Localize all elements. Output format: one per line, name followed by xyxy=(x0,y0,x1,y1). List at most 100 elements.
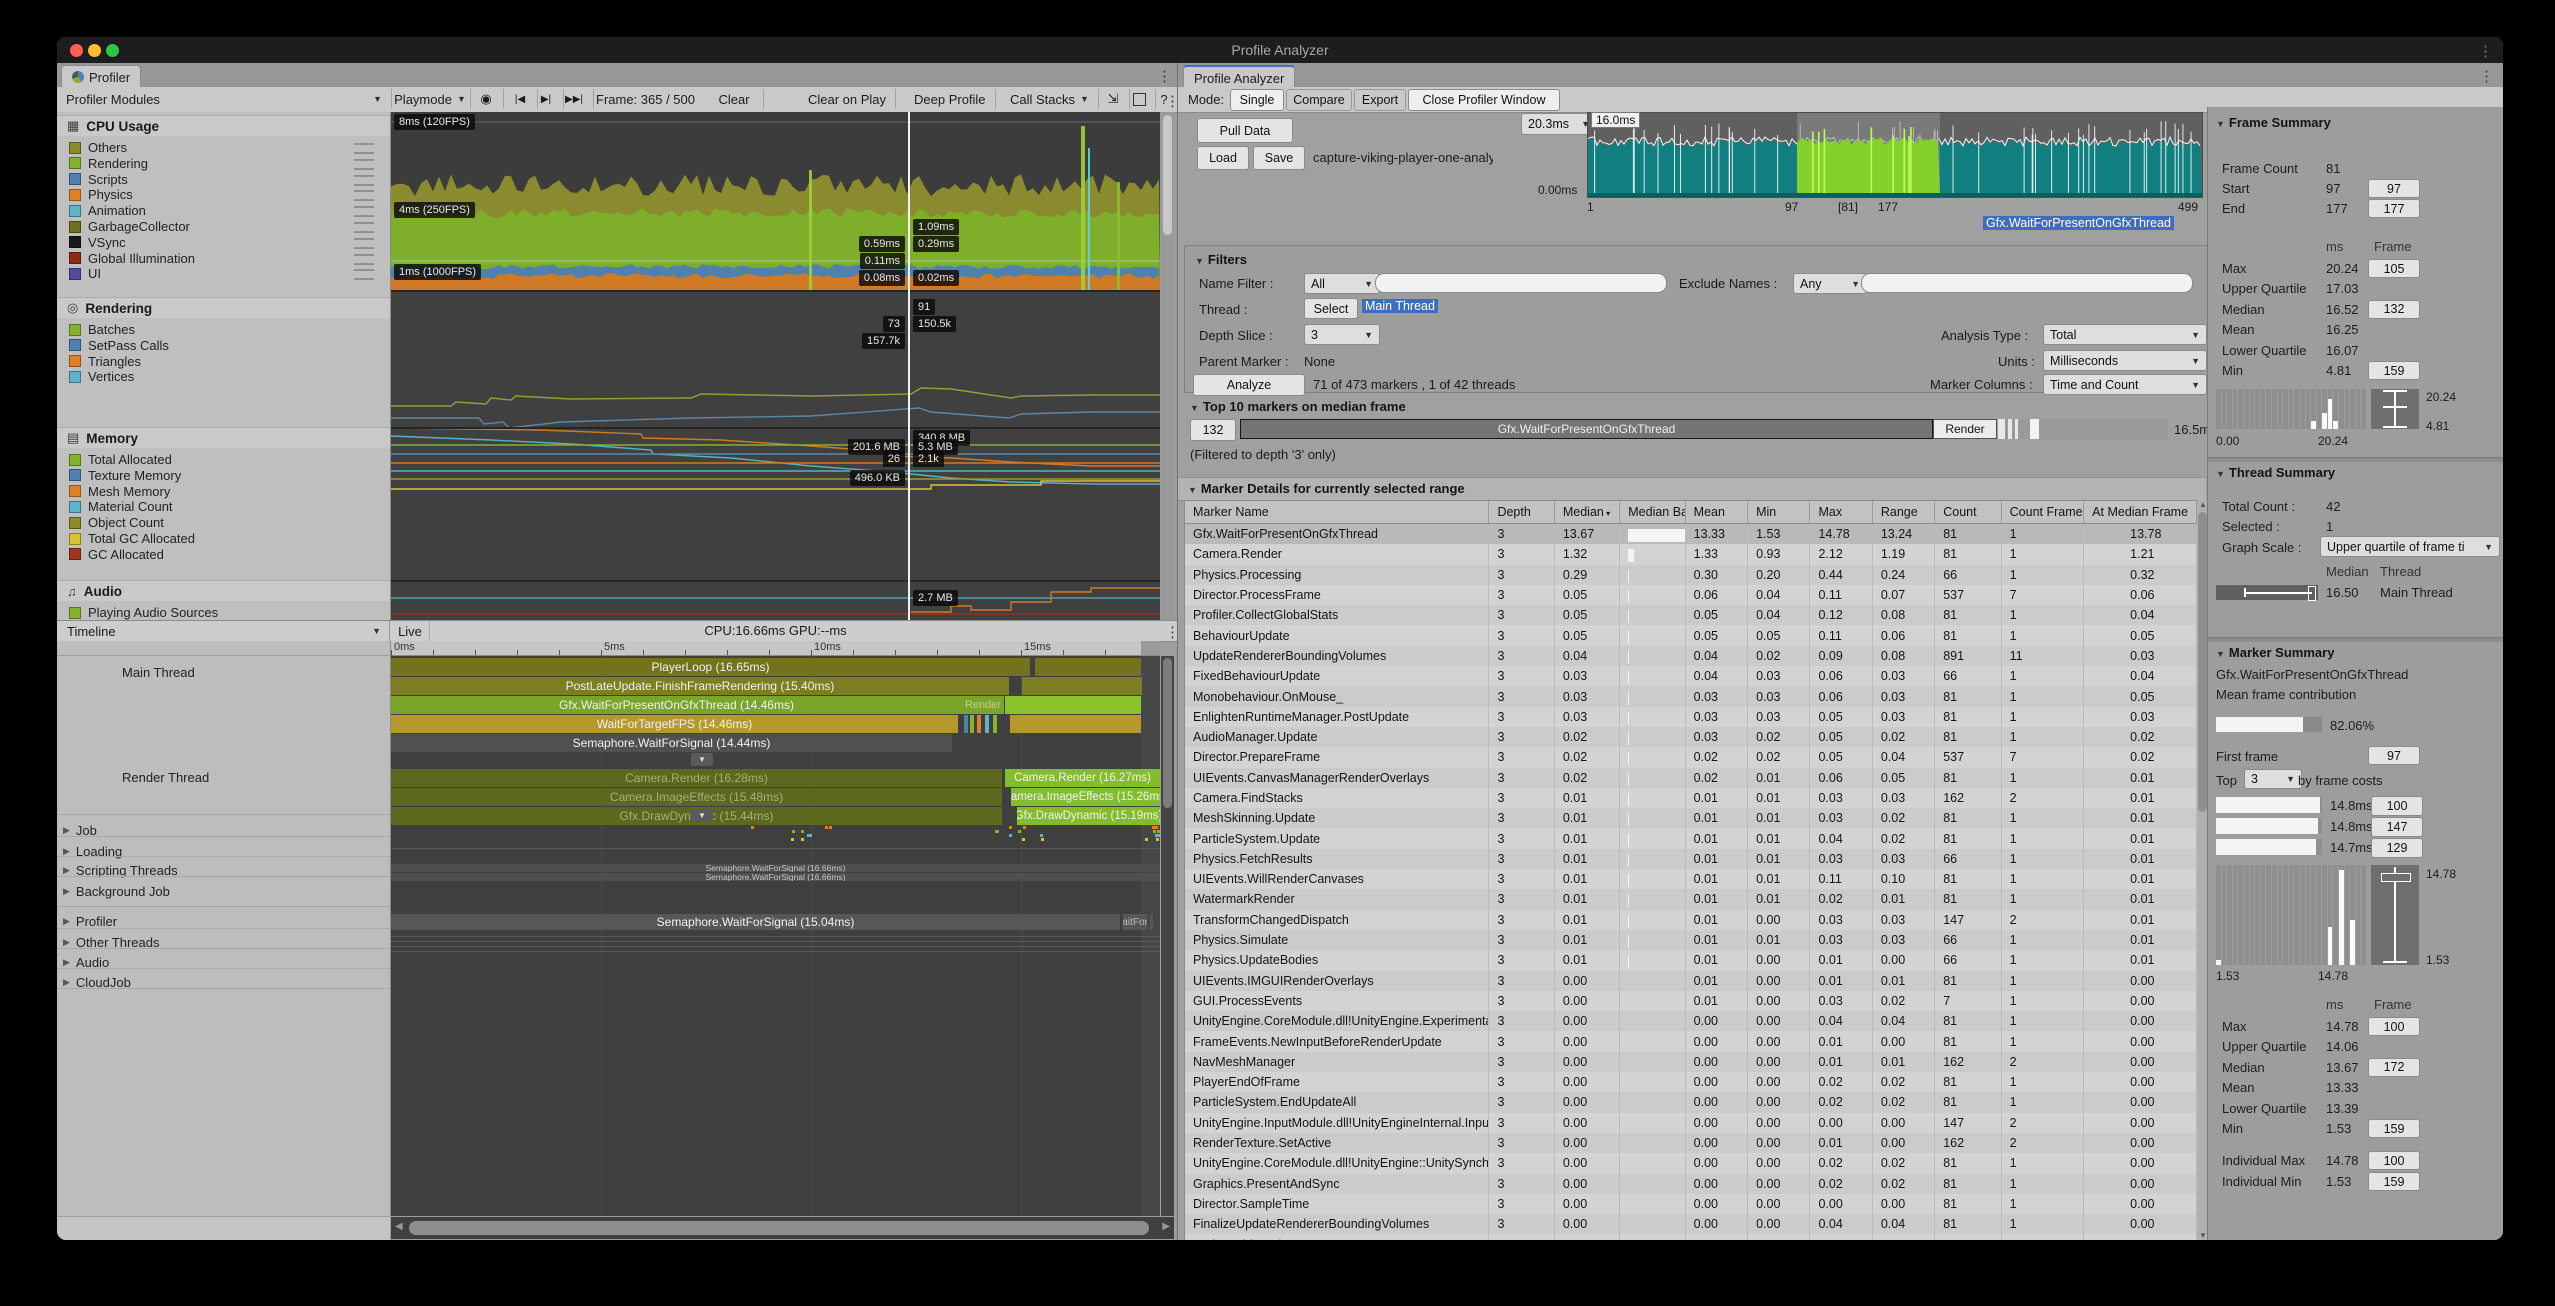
timeline-bar[interactable]: Semaphore.WaitForSignal (16.66ms) xyxy=(391,873,1160,881)
summary-header[interactable]: ▼Frame Summary xyxy=(2216,115,2331,130)
charts-scrollbar[interactable] xyxy=(1161,112,1174,620)
table-row[interactable]: Director.ProcessFrame30.050.060.040.110.… xyxy=(1185,585,2197,605)
timeline-bar[interactable] xyxy=(1022,677,1142,695)
module-header-rendering[interactable]: ◎Rendering xyxy=(57,297,391,318)
profiler-modules-dropdown[interactable]: Profiler Modules▼ xyxy=(57,89,392,109)
legend-item[interactable]: Scripts xyxy=(69,172,128,187)
depth-slice-dropdown[interactable]: 3▼ xyxy=(1304,324,1380,345)
timeline-bar[interactable]: Semaphore.WaitForSignal (14.44ms) xyxy=(391,734,952,752)
timeline-canvas[interactable]: PlayerLoop (16.65ms)PostLateUpdate.Finis… xyxy=(391,656,1160,1216)
column-header[interactable]: Count Frame xyxy=(2001,501,2084,524)
table-row[interactable]: BehaviourUpdate30.050.050.050.110.068110… xyxy=(1185,625,2197,645)
table-row[interactable]: Director.SampleTime30.000.000.000.000.00… xyxy=(1185,1194,2197,1214)
mode-compare-button[interactable]: Compare xyxy=(1286,89,1352,111)
table-row[interactable]: UIEvents.WillRenderCanvases30.010.010.01… xyxy=(1185,869,2197,889)
close-profiler-window-button[interactable]: Close Profiler Window xyxy=(1408,89,1560,111)
legend-drag-handle[interactable] xyxy=(354,222,374,233)
column-header[interactable]: Min xyxy=(1748,501,1810,524)
table-row[interactable]: FixedBehaviourUpdate30.030.040.030.060.0… xyxy=(1185,666,2197,686)
selected-marker-chip[interactable]: Gfx.WaitForPresentOnGfxThread xyxy=(1983,216,2174,230)
timeline-h-scrollbar[interactable]: ◀ ▶ xyxy=(391,1217,1174,1239)
mode-export-button[interactable]: Export xyxy=(1354,89,1406,111)
column-header[interactable]: Mean xyxy=(1685,501,1747,524)
timeline-v-scrollbar[interactable] xyxy=(1161,656,1174,1216)
timeline-bar[interactable]: PostLateUpdate.FinishFrameRendering (15.… xyxy=(391,677,1009,695)
timeline-bar[interactable] xyxy=(1005,696,1141,714)
profiler-tab-menu-icon[interactable]: ⋮ xyxy=(1157,67,1172,85)
frame-jump-button[interactable]: 97 xyxy=(2368,179,2420,198)
mode-single-button[interactable]: Single xyxy=(1230,89,1284,111)
name-filter-mode-dropdown[interactable]: All▼ xyxy=(1304,273,1380,294)
column-header[interactable]: At Median Frame xyxy=(2084,501,2197,524)
timeline-bar[interactable] xyxy=(1010,715,1141,733)
frame-jump-button[interactable]: 132 xyxy=(2368,300,2420,319)
legend-drag-handle[interactable] xyxy=(354,159,374,170)
thread-label-background-job[interactable]: ▶Background Job xyxy=(57,882,390,900)
legend-item[interactable]: Others xyxy=(69,140,127,155)
timeline-bar[interactable]: WaitForSi xyxy=(1123,914,1147,930)
table-row[interactable]: Graphics.PresentAndSync30.000.000.000.02… xyxy=(1185,1174,2197,1194)
clear-on-play-button[interactable]: Clear on Play xyxy=(799,89,896,109)
column-header[interactable]: Depth xyxy=(1489,501,1554,524)
legend-drag-handle[interactable] xyxy=(354,254,374,265)
legend-item[interactable]: Material Count xyxy=(69,499,173,514)
legend-item[interactable]: Rendering xyxy=(69,156,148,171)
legend-drag-handle[interactable] xyxy=(354,143,374,154)
units-dropdown[interactable]: Milliseconds▼ xyxy=(2043,350,2207,371)
table-row[interactable]: UIEvents.CanvasManagerRenderOverlays30.0… xyxy=(1185,768,2197,788)
frame-jump-button[interactable]: 100 xyxy=(2371,796,2423,816)
legend-drag-handle[interactable] xyxy=(354,175,374,186)
collapse-group-button[interactable]: ▼ xyxy=(691,809,713,822)
selection-playhead[interactable] xyxy=(908,112,910,620)
table-row[interactable]: Director.PrepareFrame30.020.020.020.050.… xyxy=(1185,747,2197,767)
save-button[interactable]: Save xyxy=(1253,146,1305,170)
legend-item[interactable]: Triangles xyxy=(69,354,141,369)
exclude-mode-dropdown[interactable]: Any▼ xyxy=(1793,273,1867,294)
legend-item[interactable]: GC Allocated xyxy=(69,547,164,562)
collapse-group-button[interactable]: ▼ xyxy=(691,753,713,766)
top10-frame-button[interactable]: 132 xyxy=(1190,419,1236,441)
legend-item[interactable]: Total GC Allocated xyxy=(69,531,195,546)
pull-data-button[interactable]: Pull Data xyxy=(1197,118,1293,143)
analysis-type-dropdown[interactable]: Total▼ xyxy=(2043,324,2207,345)
timeline-bar[interactable]: Gfx.WaitForPresentOnGfxThread (14.46ms) xyxy=(391,696,962,714)
table-row[interactable]: FrameEvents.NewInputBeforeRenderUpdate30… xyxy=(1185,1031,2197,1051)
clear-button[interactable]: Clear xyxy=(705,89,764,109)
legend-item[interactable]: SetPass Calls xyxy=(69,338,169,353)
analyze-button[interactable]: Analyze xyxy=(1193,374,1305,396)
frame-jump-button[interactable]: 105 xyxy=(2368,259,2420,278)
table-row[interactable]: Physics.Simulate30.010.010.010.030.03661… xyxy=(1185,930,2197,950)
timeline-bar[interactable]: WaitForTargetFPS (14.46ms) xyxy=(391,715,958,733)
table-row[interactable]: UnityEngine.CoreModule.dll!UnityEngine::… xyxy=(1185,1153,2197,1173)
legend-drag-handle[interactable] xyxy=(354,269,374,280)
column-header[interactable]: Count xyxy=(1935,501,2001,524)
table-row[interactable]: Physics.Processing30.290.300.200.440.246… xyxy=(1185,565,2197,585)
module-header-audio[interactable]: ♫Audio xyxy=(57,580,391,601)
legend-item[interactable]: UI xyxy=(69,266,101,281)
table-row[interactable]: NavMeshManager30.000.000.000.010.0116220… xyxy=(1185,1052,2197,1072)
thread-label-loading[interactable]: ▶Loading xyxy=(57,842,390,860)
legend-item[interactable]: Batches xyxy=(69,322,135,337)
legend-item[interactable]: Animation xyxy=(69,203,146,218)
legend-item[interactable]: Playing Audio Sources xyxy=(69,605,218,620)
range-scale-dropdown[interactable]: 20.3ms▼ xyxy=(1521,113,1597,135)
table-row[interactable]: Camera.Render31.321.330.932.121.198111.2… xyxy=(1185,544,2197,564)
timeline-bar[interactable]: Semaphore.WaitForSignal (15.04ms) xyxy=(391,914,1120,930)
column-header[interactable]: Median ▾ xyxy=(1554,501,1619,524)
table-row[interactable]: FinalizeUpdateRendererBoundingVolumes30.… xyxy=(1185,1214,2197,1234)
frame-jump-button[interactable]: 147 xyxy=(2371,817,2423,837)
legend-drag-handle[interactable] xyxy=(354,190,374,201)
table-row[interactable]: WatermarkRender30.010.010.010.020.018110… xyxy=(1185,889,2197,909)
timeline-bar-bright[interactable]: Camera.ImageEffects (15.26ms) xyxy=(1011,788,1160,806)
legend-item[interactable]: Total Allocated xyxy=(69,452,172,467)
table-row[interactable]: AudioManager.Update30.020.030.020.050.02… xyxy=(1185,727,2197,747)
legend-item[interactable]: VSync xyxy=(69,235,126,250)
marker-columns-dropdown[interactable]: Time and Count▼ xyxy=(2043,374,2207,395)
legend-item[interactable]: GarbageCollector xyxy=(69,219,190,234)
profiler-charts[interactable]: 8ms (120FPS)4ms (250FPS)1ms (1000FPS)0.5… xyxy=(391,112,1160,620)
timeline-bar-bright[interactable]: Camera.Render (16.27ms) xyxy=(1005,769,1160,787)
table-row[interactable]: UIEvents.IMGUIRenderOverlays30.000.010.0… xyxy=(1185,971,2197,991)
timeline-bar[interactable]: PlayerLoop (16.65ms) xyxy=(391,658,1030,676)
table-row[interactable]: Physics.UpdateBodies30.010.010.000.010.0… xyxy=(1185,950,2197,970)
frame-jump-button[interactable]: 159 xyxy=(2368,1119,2420,1138)
